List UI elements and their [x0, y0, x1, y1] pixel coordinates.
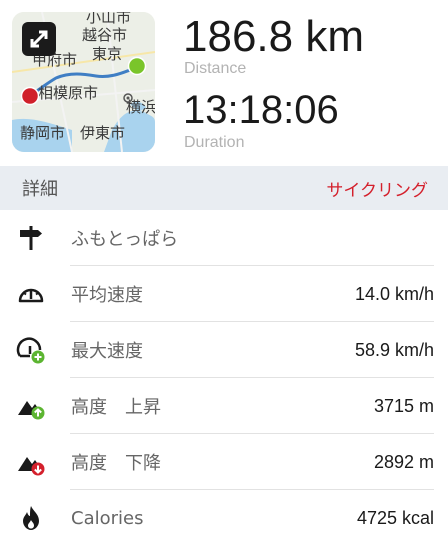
distance-value: 186.8 km [183, 12, 364, 61]
distance-caption: Distance [184, 60, 247, 77]
list-item-max-speed: 最大速度 58.9 km/h [0, 322, 448, 378]
calories-label: Calories [71, 507, 144, 529]
route-name-label: ふもとっぱら [71, 229, 179, 250]
elevation-gain-label: 高度 上昇 [71, 397, 161, 418]
list-item-average-speed: 平均速度 14.0 km/h [0, 266, 448, 322]
route-map-thumbnail[interactable]: 小山市 越谷市 甲府市 東京 相模原市 横浜 静岡市 伊東市 [12, 12, 155, 152]
elevation-gain-value: 3715 m [373, 395, 434, 416]
max-speed-value: 58.9 km/h [354, 339, 434, 360]
flame-icon [23, 506, 39, 530]
average-speed-label: 平均速度 [71, 285, 143, 306]
list-item-elevation-loss: 高度 下降 2892 m [0, 434, 448, 490]
duration-value: 13:18:06 [183, 88, 339, 132]
route-end-marker-icon [127, 56, 147, 76]
expand-map-button[interactable] [22, 22, 56, 56]
signpost-icon [20, 226, 42, 250]
average-speed-value: 14.0 km/h [354, 283, 434, 304]
list-item-route-name[interactable]: ふもとっぱら [0, 210, 448, 266]
list-item-calories: Calories 4725 kcal [0, 490, 448, 546]
speedometer-max-icon [16, 337, 45, 364]
elevation-down-icon [18, 457, 45, 476]
elevation-loss-value: 2892 m [373, 451, 434, 472]
details-section-header: 詳細 サイクリング [0, 166, 448, 210]
expand-arrows-icon [30, 30, 48, 48]
map-label: 伊東市 [80, 124, 126, 142]
elevation-loss-label: 高度 下降 [71, 453, 161, 474]
calories-value: 4725 kcal [356, 507, 434, 528]
map-label: 越谷市 [82, 26, 128, 44]
map-label: 相模原市 [38, 84, 99, 102]
speedometer-icon [18, 288, 44, 303]
route-start-marker-icon [20, 86, 40, 106]
city-marker-icon [123, 93, 133, 103]
map-label: 東京 [92, 45, 123, 63]
details-title: 詳細 [22, 179, 58, 200]
map-label: 静岡市 [20, 124, 66, 142]
activity-type-label[interactable]: サイクリング [326, 176, 428, 201]
elevation-up-icon [18, 401, 45, 420]
details-list: ふもとっぱら 平均速度 14.0 km/h 最大速度 58.9 km/h 高度 … [0, 210, 448, 546]
duration-caption: Duration [184, 134, 245, 151]
max-speed-label: 最大速度 [71, 341, 143, 362]
list-item-elevation-gain: 高度 上昇 3715 m [0, 378, 448, 434]
